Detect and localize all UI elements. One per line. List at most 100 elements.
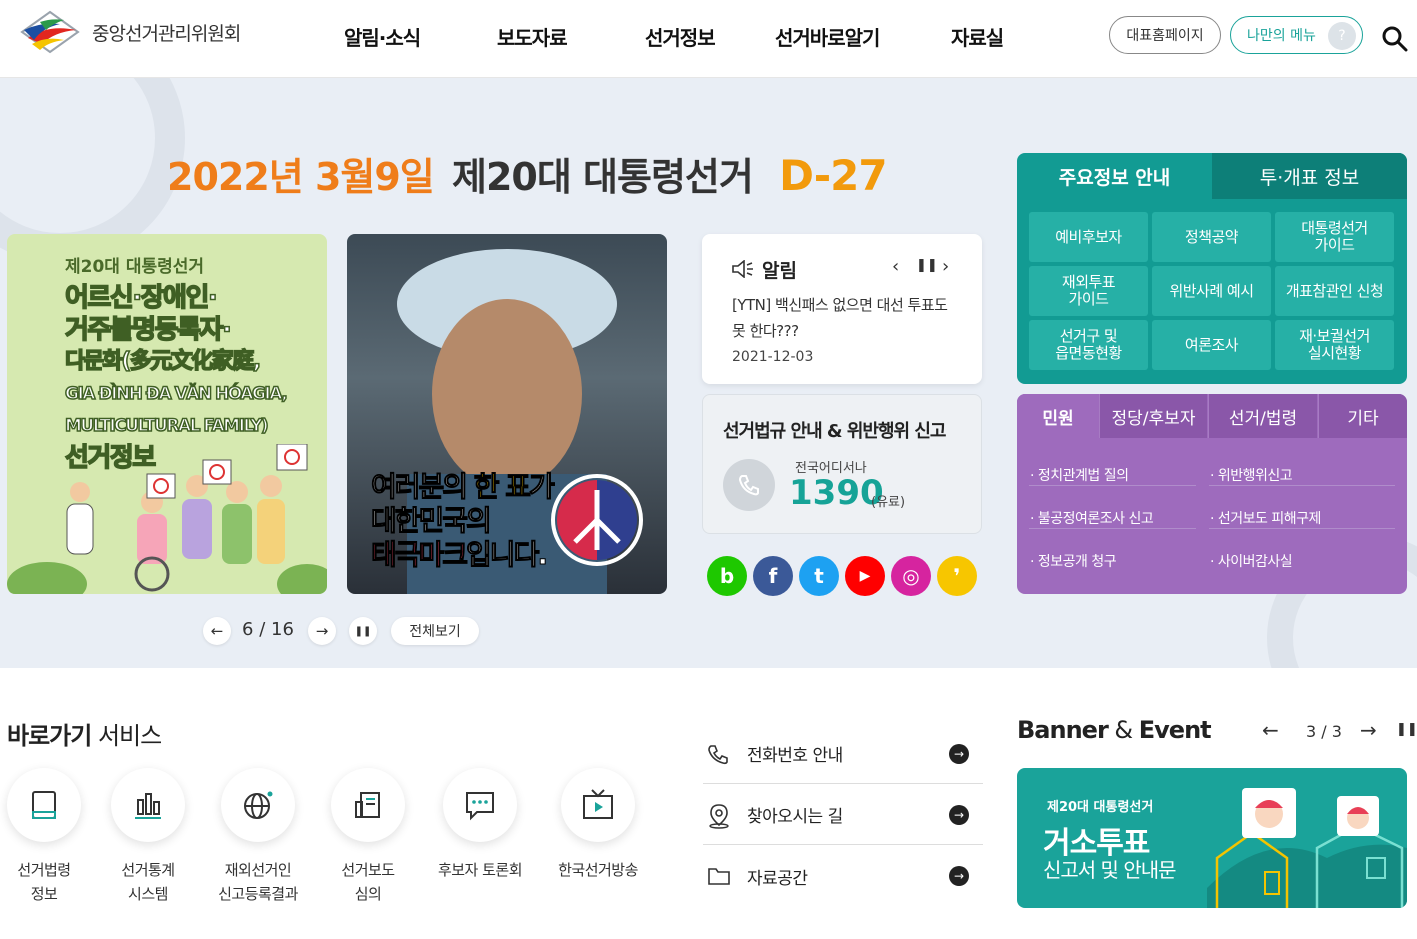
quick-overseas-registration[interactable] [221,768,295,842]
dday-banner: 2022년 3월9일 제20대 대통령선거 D-27 [167,146,888,201]
view-all-button[interactable]: 전체보기 [391,617,479,645]
directions-link[interactable]: 찾아오시는 길 → [703,785,983,845]
notice-prev-icon[interactable]: ‹ [892,256,899,277]
slide-pause-button[interactable]: ❚❚ [349,617,377,645]
banner-next-button[interactable]: → [1360,718,1377,742]
banner-total: 3 [1331,722,1342,741]
notice-date: 2021-12-03 [732,349,814,365]
news-icon [355,792,380,818]
quick-media-review-label: 선거보도 심의 [341,861,395,903]
banner-prev-button[interactable]: ← [1262,718,1279,742]
help-icon: ? [1328,22,1356,50]
grid-opinion-polls[interactable]: 여론조사 [1152,320,1271,370]
notice-title: 알림 [762,260,797,282]
tab-etc[interactable]: 기타 [1318,394,1407,438]
quick-statistics-label: 선거통계 시스템 [121,861,175,903]
link-media-damage-relief[interactable]: · 선거보도 피해구제 [1210,508,1321,528]
link-cyber-audit[interactable]: · 사이버감사실 [1210,551,1293,571]
link-info-disclosure-label: 정보공개 청구 [1037,554,1117,570]
dday-date: 2022년 3월9일 [167,155,435,199]
link-unfair-poll-report[interactable]: · 불공정여론조사 신고 [1030,508,1154,528]
notice-text[interactable]: [YTN] 백신패스 없으면 대선 투표도 못 한다??? [732,292,954,344]
link-info-disclosure[interactable]: · 정보공개 청구 [1030,551,1117,571]
quick-title-bold: 바로가기 [7,722,92,750]
nav-notice[interactable]: 알림·소식 [344,22,421,51]
org-name: 중앙선거관리위원회 [92,22,241,45]
grid-presidential-guide[interactable]: 대통령선거 가이드 [1275,212,1394,262]
banner-kicker: 제20대 대통령선거 [1047,800,1154,815]
report-card[interactable]: 선거법규 안내 & 위반행위 신고 전국어디서나 1390 (유료) [702,394,982,534]
grid-by-election-status[interactable]: 재·보궐선거 실시현황 [1275,320,1394,370]
kakao-icon[interactable]: ❜ [937,556,977,596]
grid-policy-pledges[interactable]: 정책공약 [1152,212,1271,262]
kakao-glyph: ❜ [953,564,961,588]
tab-key-info[interactable]: 주요정보 안내 [1017,153,1212,199]
notice-next-icon[interactable]: › [942,256,949,277]
quick-election-broadcast[interactable] [561,768,635,842]
slide-multicultural-info[interactable]: 제20대 대통령선거 어르신·장애인· 거주불명등록자· 다문화(多元文化家庭,… [7,234,327,594]
chat-bubble-icon [466,792,494,821]
archive-link[interactable]: 자료공간 → [703,846,983,906]
slide2-line3-b: 입니다. [466,538,549,572]
report-number: 1390 [789,473,884,513]
youtube-icon[interactable]: ▶ [845,556,885,596]
grid-overseas-voting-guide[interactable]: 재외투표 가이드 [1029,266,1148,316]
slide1-line-2: 거주불명등록자· [64,314,232,346]
slide-next-button[interactable]: → [308,617,336,645]
facebook-glyph: f [768,564,778,588]
twitter-icon[interactable]: t [799,556,839,596]
banner-current: 3 [1306,722,1317,741]
grid-count-observer-apply[interactable]: 개표참관인 신청 [1275,266,1394,316]
blog-icon[interactable]: b [707,556,747,596]
link-political-law-inquiry[interactable]: · 정치관계법 질의 [1030,465,1129,485]
phone-directory-link[interactable]: 전화번호 안내 → [703,724,983,784]
instagram-glyph: ◎ [902,564,920,588]
slide1-line-5: MULTICULTURAL FAMILY) [64,415,269,437]
instagram-icon[interactable]: ◎ [891,556,931,596]
grid-pre-candidates[interactable]: 예비후보자 [1029,212,1148,262]
nav-press[interactable]: 보도자료 [497,22,568,51]
quick-law-info[interactable] [7,768,81,842]
tab-civil[interactable]: 민원 [1017,394,1099,438]
phone-icon [708,745,728,765]
location-pin-icon [709,804,729,829]
blog-glyph: b [719,564,735,588]
nav-election-info[interactable]: 선거정보 [645,22,716,51]
banner-title-c: Event [1138,716,1212,744]
banner-counter: 3 / 3 [1306,722,1342,741]
slide-taegeuk-mark[interactable]: 여러분의 한 표가 대한민국의 태극마크입니다. [347,234,667,594]
grid-violation-examples[interactable]: 위반사례 예시 [1152,266,1271,316]
tab-party-candidate[interactable]: 정당/후보자 [1099,394,1207,438]
link-cyber-audit-label: 사이버감사실 [1217,554,1293,570]
slide-prev-button[interactable]: ← [203,617,231,645]
quick-candidate-debate[interactable] [443,768,517,842]
directions-label: 찾아오시는 길 [747,807,843,827]
slide-sep: / [259,619,266,640]
my-menu-button[interactable]: 나만의 메뉴 ? [1230,16,1363,54]
search-icon[interactable] [1381,25,1409,53]
link-violation-report[interactable]: · 위반행위신고 [1210,465,1293,485]
banner-absentee-voting[interactable]: 제20대 대통령선거 거소투표 신고서 및 안내문 [1017,768,1407,908]
dday-title: 제20대 대통령선거 [452,155,754,199]
quick-overseas-registration-label: 재외선거인 신고등록결과 [218,861,298,903]
ballot-stamp-icon [551,474,643,566]
report-title: 선거법규 안내 & 위반행위 신고 [723,421,946,442]
tab-election-law[interactable]: 선거/법령 [1208,394,1317,438]
slide2-line1-a: 여러분의 [371,470,474,504]
banner-title-b: & [1107,716,1139,744]
arrow-right-icon: → [949,743,969,764]
grid-districts-status[interactable]: 선거구 및 읍면동현황 [1029,320,1148,370]
quick-media-review[interactable] [331,768,405,842]
main-site-button[interactable]: 대표홈페이지 [1109,16,1221,54]
site-logo[interactable]: 중앙선거관리위원회 [20,10,241,54]
facebook-icon[interactable]: f [753,556,793,596]
archive-label: 자료공간 [747,868,808,889]
tab-voting-counting[interactable]: 투·개표 정보 [1212,153,1407,199]
nav-archive[interactable]: 자료실 [951,22,1004,51]
banner-pause-button[interactable]: ❚❚ [1396,722,1417,737]
notice-pause-icon[interactable]: ❚❚ [916,258,938,273]
nav-election-guide[interactable]: 선거바로알기 [775,22,880,51]
my-menu-label: 나만의 메뉴 [1247,28,1316,44]
link-political-law-inquiry-label: 정치관계법 질의 [1037,468,1129,484]
quick-statistics[interactable] [111,768,185,842]
